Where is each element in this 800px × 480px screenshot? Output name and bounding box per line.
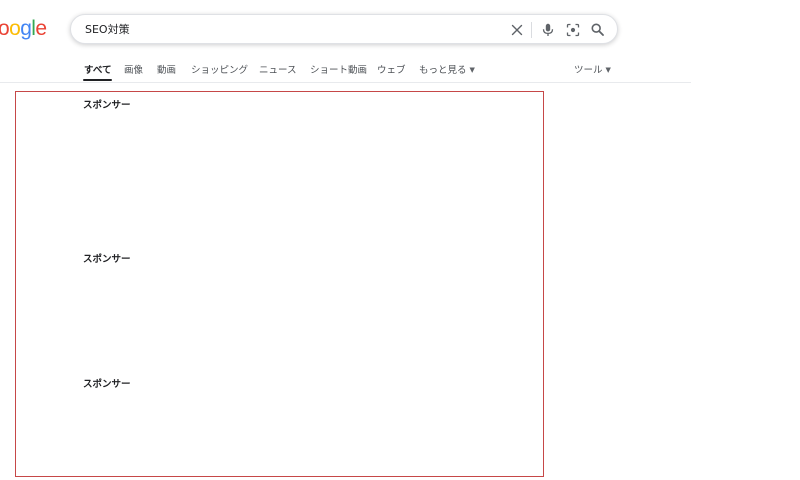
tab-short-videos[interactable]: ショート動画 — [310, 62, 367, 76]
caret-down-icon: ▼ — [469, 66, 475, 74]
logo-letter: o — [9, 17, 21, 40]
tab-label: すべて — [84, 65, 112, 76]
active-tab-indicator — [83, 79, 113, 81]
tab-shopping[interactable]: ショッピング — [191, 62, 248, 76]
google-logo[interactable]: oogle — [0, 17, 47, 41]
tools-button[interactable]: ツール ▼ — [574, 62, 611, 76]
search-input[interactable] — [85, 20, 485, 38]
clear-icon[interactable] — [508, 21, 525, 38]
tab-label: ショッピング — [191, 65, 249, 76]
logo-letter: g — [20, 17, 32, 40]
search-divider — [531, 22, 532, 38]
tab-all[interactable]: すべて — [83, 62, 113, 81]
sponsored-label: スポンサー — [83, 254, 131, 265]
tab-videos[interactable]: 動画 — [157, 62, 176, 76]
logo-letter: e — [35, 17, 47, 40]
tab-label: ウェブ — [377, 65, 406, 76]
logo-letter: o — [0, 17, 10, 40]
tab-web[interactable]: ウェブ — [377, 62, 406, 76]
camera-search-icon[interactable] — [564, 21, 581, 38]
search-box — [70, 14, 618, 44]
search-icon[interactable] — [589, 21, 606, 38]
ads-highlight-box — [15, 91, 544, 477]
tab-label: 画像 — [124, 65, 144, 76]
tab-label: ニュース — [259, 65, 297, 76]
header-divider — [0, 82, 691, 83]
sponsored-label: スポンサー — [83, 100, 131, 111]
tab-news[interactable]: ニュース — [259, 62, 297, 76]
tab-label: ショート動画 — [310, 65, 368, 76]
tab-label: もっと見る — [419, 65, 467, 76]
tab-images[interactable]: 画像 — [124, 62, 143, 76]
caret-down-icon: ▼ — [605, 66, 611, 74]
tab-label: 動画 — [157, 65, 177, 76]
microphone-icon[interactable] — [539, 21, 556, 38]
sponsored-label: スポンサー — [83, 379, 131, 390]
tab-more[interactable]: もっと見る ▼ — [419, 62, 475, 76]
tools-label: ツール — [574, 65, 603, 76]
